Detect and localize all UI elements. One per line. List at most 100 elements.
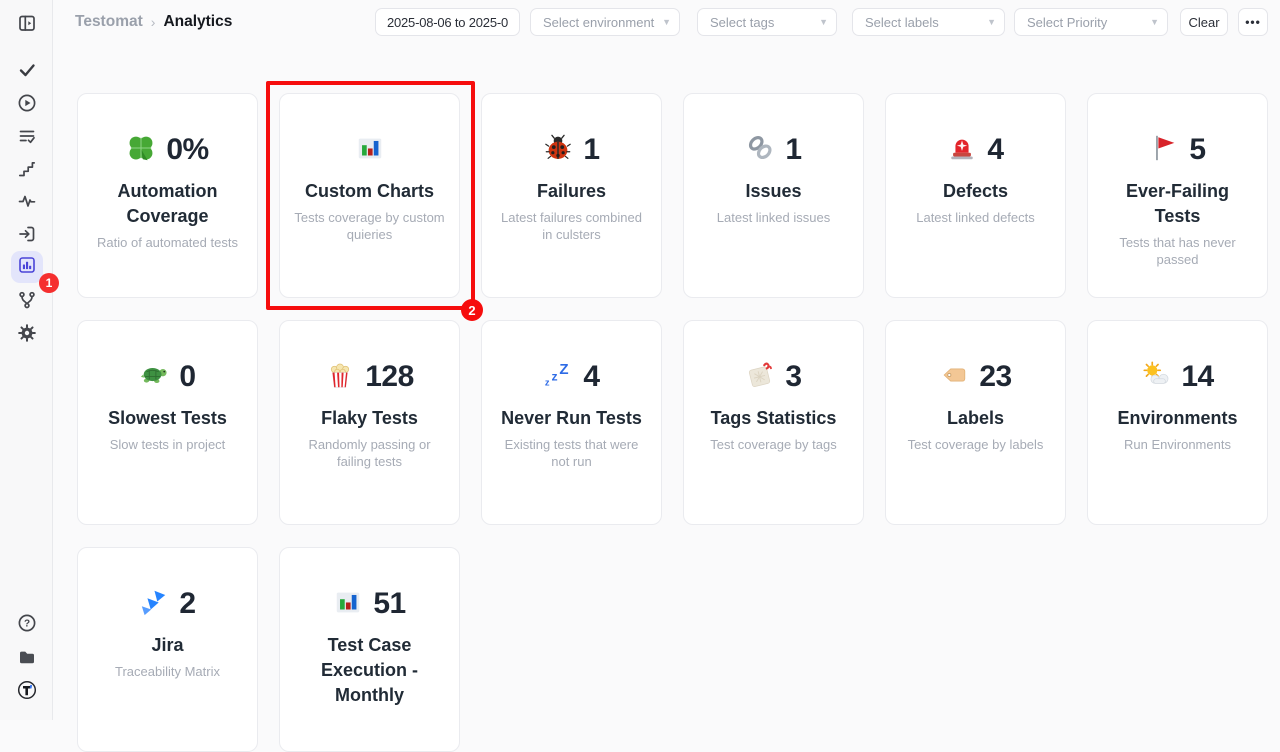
branch-icon[interactable] — [17, 290, 37, 310]
card-subtitle: Ratio of automated tests — [91, 234, 245, 251]
card-labels[interactable]: 23 Labels Test coverage by labels — [885, 320, 1066, 525]
card-title: Failures — [501, 179, 643, 204]
svg-text:z: z — [552, 369, 558, 383]
card-value: 0 — [179, 360, 195, 394]
page-title: Analytics — [163, 13, 232, 31]
card-value: 3 — [785, 360, 801, 394]
sidebar-step-badge: 1 — [39, 273, 59, 293]
steps-icon[interactable] — [17, 159, 37, 179]
svg-text:?: ? — [24, 619, 30, 630]
testomat-logo-icon[interactable] — [17, 680, 37, 700]
card-ever-failing-tests[interactable]: 5 Ever-Failing Tests Tests that has neve… — [1087, 93, 1268, 298]
sun-cloud-icon — [1141, 360, 1171, 395]
card-title: Tags Statistics — [703, 406, 845, 431]
labels-select[interactable]: Select labels ▼ — [852, 8, 1005, 36]
clear-button[interactable]: Clear — [1180, 8, 1228, 36]
tags-select[interactable]: Select tags ▼ — [697, 8, 837, 36]
analytics-bar-chart-icon — [17, 255, 37, 280]
card-tags-statistics[interactable]: 3 Tags Statistics Test coverage by tags — [683, 320, 864, 525]
card-value: 1 — [785, 133, 801, 167]
folder-icon[interactable] — [17, 647, 37, 667]
card-title: Labels — [905, 406, 1047, 431]
card-value: 0% — [166, 133, 208, 167]
link-icon — [745, 133, 775, 168]
card-automation-coverage[interactable]: 0% Automation Coverage Ratio of automate… — [77, 93, 258, 298]
card-flaky-tests[interactable]: 128 Flaky Tests Randomly passing or fail… — [279, 320, 460, 525]
card-environments[interactable]: 14 Environments Run Environments — [1087, 320, 1268, 525]
chevron-down-icon: ▼ — [662, 17, 671, 27]
card-subtitle: Slow tests in project — [91, 436, 245, 453]
card-value: 14 — [1181, 360, 1213, 394]
card-title: Flaky Tests — [299, 406, 441, 431]
svg-text:z: z — [545, 377, 550, 387]
bar-chart-emoji-icon — [333, 587, 363, 622]
labels-select-placeholder: Select labels — [865, 15, 939, 30]
tags-select-placeholder: Select tags — [710, 15, 774, 30]
card-value: 4 — [987, 133, 1003, 167]
priority-select[interactable]: Select Priority ▼ — [1014, 8, 1168, 36]
play-circle-icon[interactable] — [17, 93, 37, 113]
list-check-icon[interactable] — [17, 126, 37, 146]
card-title: Jira — [97, 633, 239, 658]
card-failures[interactable]: 1 Failures Latest failures combined in c… — [481, 93, 662, 298]
sidebar-item-analytics[interactable] — [11, 251, 43, 283]
card-subtitle: Traceability Matrix — [91, 663, 245, 680]
turtle-icon — [139, 360, 169, 395]
clover-icon — [126, 133, 156, 168]
card-value: 51 — [373, 587, 405, 621]
card-title: Defects — [905, 179, 1047, 204]
environment-select[interactable]: Select environment ▼ — [530, 8, 680, 36]
card-title: Environments — [1107, 406, 1249, 431]
check-icon[interactable] — [17, 60, 37, 80]
date-range-input[interactable]: 2025-08-06 to 2025-0 — [375, 8, 520, 36]
card-subtitle: Test coverage by tags — [697, 436, 851, 453]
card-subtitle: Tests coverage by custom quieries — [293, 209, 447, 243]
card-custom-charts[interactable]: Custom Charts Tests coverage by custom q… — [279, 93, 460, 298]
more-options-button[interactable]: ••• — [1238, 8, 1268, 36]
chevron-down-icon: ▼ — [819, 17, 828, 27]
card-value: 5 — [1189, 133, 1205, 167]
card-title: Ever-Failing Tests — [1107, 179, 1249, 229]
siren-icon — [947, 133, 977, 168]
card-subtitle: Test coverage by labels — [899, 436, 1053, 453]
card-test-case-execution-monthly[interactable]: 51 Test Case Execution - Monthly — [279, 547, 460, 752]
analytics-card-grid: 0% Automation Coverage Ratio of automate… — [77, 93, 1268, 752]
card-value: 2 — [179, 587, 195, 621]
card-subtitle: Randomly passing or failing tests — [293, 436, 447, 470]
card-subtitle: Tests that has never passed — [1101, 234, 1255, 268]
breadcrumb-project[interactable]: Testomat — [75, 13, 143, 31]
breadcrumb-separator: › — [151, 14, 156, 30]
panel-toggle-icon[interactable] — [17, 13, 37, 33]
gear-icon[interactable] — [17, 323, 37, 343]
annotation-step-badge: 2 — [461, 299, 483, 321]
pulse-icon[interactable] — [17, 191, 37, 211]
jira-icon — [139, 587, 169, 622]
card-never-run-tests[interactable]: zzZ 4 Never Run Tests Existing tests tha… — [481, 320, 662, 525]
card-value: 1 — [583, 133, 599, 167]
header: Testomat › Analytics 2025-08-06 to 2025-… — [53, 0, 1280, 46]
help-icon[interactable]: ? — [17, 613, 37, 633]
card-title: Custom Charts — [299, 179, 441, 204]
priority-select-placeholder: Select Priority — [1027, 15, 1107, 30]
card-title: Test Case Execution - Monthly — [299, 633, 441, 708]
environment-select-placeholder: Select environment — [543, 15, 654, 30]
label-tag-icon — [939, 360, 969, 395]
chevron-down-icon: ▼ — [1150, 17, 1159, 27]
card-jira[interactable]: 2 Jira Traceability Matrix — [77, 547, 258, 752]
card-subtitle: Run Environments — [1101, 436, 1255, 453]
card-title: Slowest Tests — [97, 406, 239, 431]
card-issues[interactable]: 1 Issues Latest linked issues — [683, 93, 864, 298]
svg-text:Z: Z — [560, 361, 569, 378]
card-value: 128 — [365, 360, 414, 394]
sign-in-icon[interactable] — [17, 224, 37, 244]
card-slowest-tests[interactable]: 0 Slowest Tests Slow tests in project — [77, 320, 258, 525]
breadcrumb: Testomat › Analytics — [75, 13, 232, 31]
card-title: Issues — [703, 179, 845, 204]
card-subtitle: Latest linked issues — [697, 209, 851, 226]
popcorn-icon — [325, 360, 355, 395]
card-title: Never Run Tests — [501, 406, 643, 431]
card-value: 4 — [583, 360, 599, 394]
zzz-icon: zzZ — [543, 360, 573, 395]
card-defects[interactable]: 4 Defects Latest linked defects — [885, 93, 1066, 298]
flag-icon — [1149, 133, 1179, 168]
